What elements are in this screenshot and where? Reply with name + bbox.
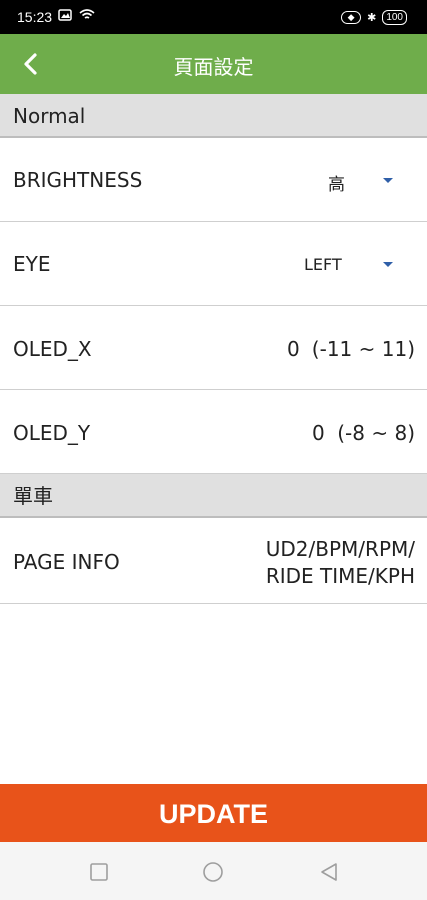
brightness-value: 高	[328, 175, 345, 195]
oled-x-range: (-11 ~ 11)	[311, 337, 415, 361]
page-title: 頁面設定	[173, 55, 254, 79]
brightness-label: BRIGHTNESS	[13, 168, 143, 192]
eye-label: EYE	[13, 252, 51, 276]
section-header-bike: 單車	[0, 474, 427, 518]
dropdown-caret-icon	[383, 178, 393, 183]
status-system-icons: ◆ ✱ 100	[341, 10, 407, 25]
signal-pill-icon: ◆	[341, 11, 362, 24]
oled-x-row: OLED_X 0 (-11 ~ 11)	[0, 306, 427, 390]
oled-y-range: (-8 ~ 8)	[337, 421, 415, 445]
brightness-dropdown[interactable]: 高	[300, 158, 410, 202]
page-info-value-line1: UD2/BPM/RPM/	[265, 537, 415, 561]
oled-x-label: OLED_X	[13, 337, 92, 361]
nav-circle-icon[interactable]	[202, 861, 224, 883]
system-nav-bar	[0, 842, 427, 900]
status-time: 15:23	[17, 9, 53, 25]
eye-row: EYE LEFT	[0, 222, 427, 306]
page-info-label: PAGE INFO	[13, 550, 120, 574]
dropdown-caret-icon	[383, 262, 393, 267]
bluetooth-icon: ✱	[367, 12, 377, 24]
page-info-value: UD2/BPM/RPM/ RIDE TIME/KPH	[266, 536, 415, 590]
oled-x-value[interactable]: 0	[287, 337, 300, 361]
eye-value: LEFT	[304, 255, 342, 274]
nav-triangle-icon[interactable]	[318, 861, 340, 883]
page-info-row[interactable]: PAGE INFO UD2/BPM/RPM/ RIDE TIME/KPH	[0, 518, 427, 604]
update-button[interactable]: UPDATE	[0, 784, 427, 842]
section-header-normal: Normal	[0, 94, 427, 138]
app-bar: 頁面設定	[0, 34, 427, 94]
oled-y-row: OLED_Y 0 (-8 ~ 8)	[0, 390, 427, 474]
eye-dropdown[interactable]: LEFT	[300, 242, 410, 286]
wifi-icon	[79, 9, 95, 19]
status-bar: 15:23 ◆ ✱ 100	[0, 0, 427, 34]
status-notification-icons	[58, 9, 95, 23]
page-info-value-line2: RIDE TIME/KPH	[265, 564, 415, 588]
oled-y-value[interactable]: 0	[312, 421, 325, 445]
brightness-row: BRIGHTNESS 高	[0, 138, 427, 222]
nav-square-icon[interactable]	[88, 861, 110, 883]
battery-icon: 100	[382, 10, 407, 25]
oled-y-label: OLED_Y	[13, 421, 91, 445]
photo-notification-icon	[58, 9, 72, 21]
